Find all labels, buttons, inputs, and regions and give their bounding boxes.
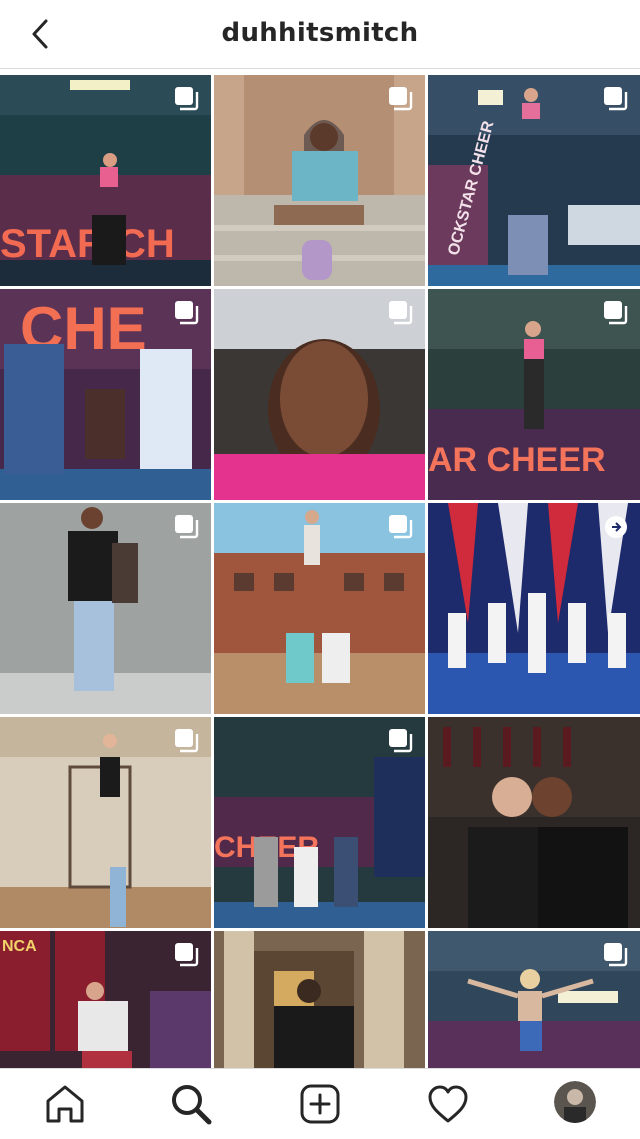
post-tile[interactable]: CHEER bbox=[214, 717, 425, 928]
bottom-tab-bar bbox=[0, 1068, 640, 1139]
carousel-icon bbox=[604, 301, 628, 325]
carousel-icon bbox=[389, 87, 413, 111]
profile-username: duhhitsmitch bbox=[221, 18, 419, 48]
post-tile[interactable]: AR CHEER bbox=[428, 289, 640, 500]
reel-icon bbox=[605, 516, 627, 538]
heart-icon[interactable] bbox=[425, 1081, 471, 1127]
carousel-icon bbox=[175, 87, 199, 111]
post-tile[interactable] bbox=[214, 931, 425, 1068]
search-icon[interactable] bbox=[168, 1081, 214, 1127]
post-tile[interactable] bbox=[428, 503, 640, 714]
profile-avatar[interactable] bbox=[554, 1081, 596, 1123]
carousel-icon bbox=[389, 515, 413, 539]
carousel-icon bbox=[604, 943, 628, 967]
post-caption: AR CHEER bbox=[428, 441, 606, 479]
posts-grid: STAR CH OCKSTAR CHEER CHE AR CHEER NCA bbox=[0, 75, 640, 1068]
post-caption: STAR CH bbox=[0, 222, 175, 266]
post-tile[interactable] bbox=[214, 503, 425, 714]
post-tile[interactable]: NCA bbox=[0, 931, 211, 1068]
post-tile[interactable] bbox=[428, 717, 640, 928]
add-post-icon[interactable] bbox=[297, 1081, 343, 1127]
post-tile[interactable] bbox=[428, 931, 640, 1068]
post-tile[interactable] bbox=[0, 717, 211, 928]
carousel-icon bbox=[604, 87, 628, 111]
home-icon[interactable] bbox=[42, 1081, 88, 1127]
carousel-icon bbox=[389, 729, 413, 753]
carousel-icon bbox=[175, 301, 199, 325]
post-caption: NCA bbox=[2, 938, 37, 955]
post-tile[interactable] bbox=[214, 289, 425, 500]
top-bar: duhhitsmitch bbox=[0, 0, 640, 69]
post-tile[interactable]: STAR CH bbox=[0, 75, 211, 286]
carousel-icon bbox=[175, 515, 199, 539]
post-tile[interactable]: OCKSTAR CHEER bbox=[428, 75, 640, 286]
carousel-icon bbox=[175, 729, 199, 753]
carousel-icon bbox=[175, 943, 199, 967]
post-tile[interactable] bbox=[214, 75, 425, 286]
post-tile[interactable]: CHE bbox=[0, 289, 211, 500]
post-image bbox=[428, 717, 640, 928]
post-tile[interactable] bbox=[0, 503, 211, 714]
post-image bbox=[214, 931, 425, 1068]
carousel-icon bbox=[389, 301, 413, 325]
